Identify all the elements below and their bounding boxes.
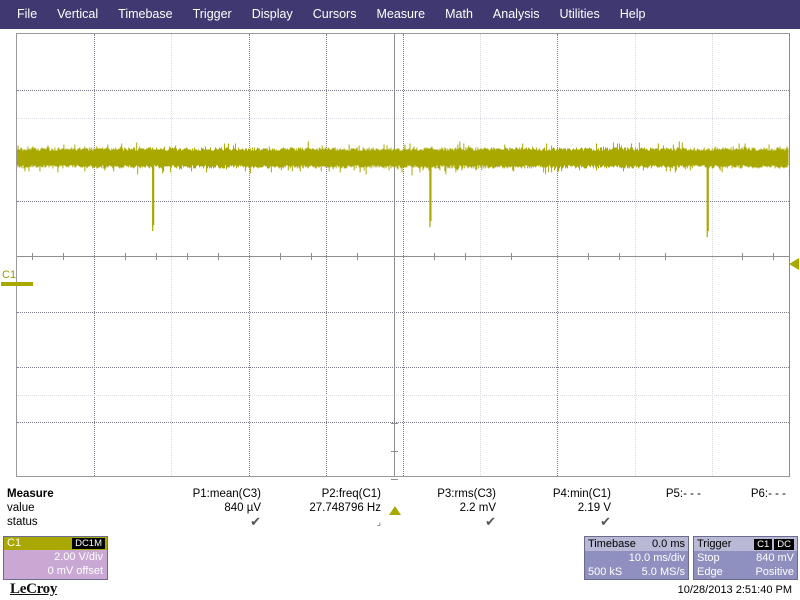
measure-header-p2[interactable]: P2:freq(C1) (275, 487, 395, 501)
measure-header-label: Measure (7, 488, 54, 500)
measure-status-p5 (625, 515, 715, 529)
menu-item-vertical[interactable]: Vertical (48, 0, 107, 29)
channel-1-descriptor-box[interactable]: C1 DC1M 2.00 V/div 0 mV offset (3, 536, 108, 580)
pulse-icon: ⌟ (376, 517, 381, 527)
timebase-scale-row: 10.0 ms/div (585, 551, 688, 565)
measure-status-p2: ⌟ (275, 515, 395, 529)
grid-vline (789, 34, 790, 476)
channel-marker-bar (1, 282, 33, 286)
channel-1-waveform-trace (17, 141, 789, 238)
timebase-memory[interactable]: 500 kS (588, 565, 622, 579)
trigger-source-badge[interactable]: C1 (754, 539, 773, 550)
measure-status-p6 (715, 515, 800, 529)
check-icon: ✔ (600, 513, 611, 529)
timebase-memory-row: 500 kS 5.0 MS/s (585, 565, 688, 579)
trigger-level[interactable]: 840 mV (756, 551, 794, 565)
trigger-source-coupling[interactable]: C1 DC (752, 537, 794, 551)
channel-volts-per-div[interactable]: 2.00 V/div (4, 550, 107, 564)
check-icon: ✔ (485, 513, 496, 529)
trigger-state-row: Stop 840 mV (694, 551, 797, 565)
menu-item-help[interactable]: Help (611, 0, 655, 29)
measure-header-p1[interactable]: P1:mean(C3) (150, 487, 275, 501)
measure-status-row: status ✔ ⌟ ✔ ✔ (0, 515, 800, 529)
measure-status-label: status (7, 516, 38, 528)
timebase-header: Timebase 0.0 ms (585, 537, 688, 551)
measure-header-p3[interactable]: P3:rms(C3) (395, 487, 510, 501)
measure-value-p5 (625, 501, 715, 515)
axis-tick (391, 479, 398, 480)
measure-status-p3: ✔ (395, 515, 510, 529)
measure-value-p1: 840 µV (224, 502, 261, 514)
measure-header-row: Measure P1:mean(C3) P2:freq(C1) P3:rms(C… (0, 487, 800, 501)
timebase-descriptor-box[interactable]: Timebase 0.0 ms 10.0 ms/div 500 kS 5.0 M… (584, 536, 689, 580)
menu-item-display[interactable]: Display (243, 0, 302, 29)
waveform-display-area[interactable]: C1 (0, 29, 800, 515)
trigger-header: Trigger C1 DC (694, 537, 797, 551)
menu-item-math[interactable]: Math (436, 0, 482, 29)
timebase-title: Timebase (588, 538, 636, 550)
trigger-title: Trigger (697, 538, 732, 550)
measure-value-p3: 2.2 mV (459, 502, 496, 514)
channel-descriptor-header: C1 DC1M (4, 537, 107, 550)
measure-table[interactable]: Measure P1:mean(C3) P2:freq(C1) P3:rms(C… (0, 487, 800, 531)
measure-value-label: value (7, 502, 35, 514)
menu-item-file[interactable]: File (8, 0, 46, 29)
menu-item-measure[interactable]: Measure (367, 0, 434, 29)
graticule-grid[interactable] (16, 33, 790, 480)
menu-item-utilities[interactable]: Utilities (550, 0, 608, 29)
channel-name-label: C1 (7, 537, 22, 549)
menu-item-timebase[interactable]: Timebase (109, 0, 181, 29)
trigger-descriptor-box[interactable]: Trigger C1 DC Stop 840 mV Edge Positive (693, 536, 798, 580)
trigger-slope[interactable]: Positive (755, 565, 794, 579)
measure-status-p4: ✔ (510, 515, 625, 529)
measure-header-p6[interactable]: P6:- - - (715, 487, 800, 501)
menu-item-cursors[interactable]: Cursors (304, 0, 366, 29)
check-icon: ✔ (250, 513, 261, 529)
timestamp: 10/28/2013 2:51:40 PM (677, 584, 792, 596)
trigger-type[interactable]: Edge (697, 565, 723, 579)
measure-value-p2: 27.748796 Hz (309, 502, 381, 514)
measure-header-p5[interactable]: P5:- - - (625, 487, 715, 501)
trigger-coupling-badge[interactable]: DC (774, 539, 794, 550)
measure-value-p6 (715, 501, 800, 515)
timebase-sample-rate[interactable]: 5.0 MS/s (642, 565, 685, 579)
menu-item-trigger[interactable]: Trigger (184, 0, 241, 29)
lecroy-logo: LeCroy (10, 581, 58, 597)
measure-value-row: value 840 µV 27.748796 Hz 2.2 mV 2.19 V (0, 501, 800, 515)
channel-marker-label: C1 (2, 269, 17, 281)
measure-status-p1: ✔ (150, 515, 275, 529)
trigger-level-arrow-icon[interactable] (789, 258, 799, 270)
timebase-delay[interactable]: 0.0 ms (652, 537, 685, 551)
measure-header-p4[interactable]: P4:min(C1) (510, 487, 625, 501)
menu-bar: File Vertical Timebase Trigger Display C… (0, 0, 800, 29)
channel-1-ground-marker[interactable]: C1 (0, 269, 34, 289)
timebase-time-per-div[interactable]: 10.0 ms/div (629, 551, 685, 565)
trigger-type-row: Edge Positive (694, 565, 797, 579)
measure-value-p4: 2.19 V (577, 502, 611, 514)
channel-offset[interactable]: 0 mV offset (4, 564, 107, 578)
trigger-state[interactable]: Stop (697, 551, 720, 565)
menu-item-analysis[interactable]: Analysis (484, 0, 549, 29)
channel-coupling-badge[interactable]: DC1M (72, 538, 105, 549)
